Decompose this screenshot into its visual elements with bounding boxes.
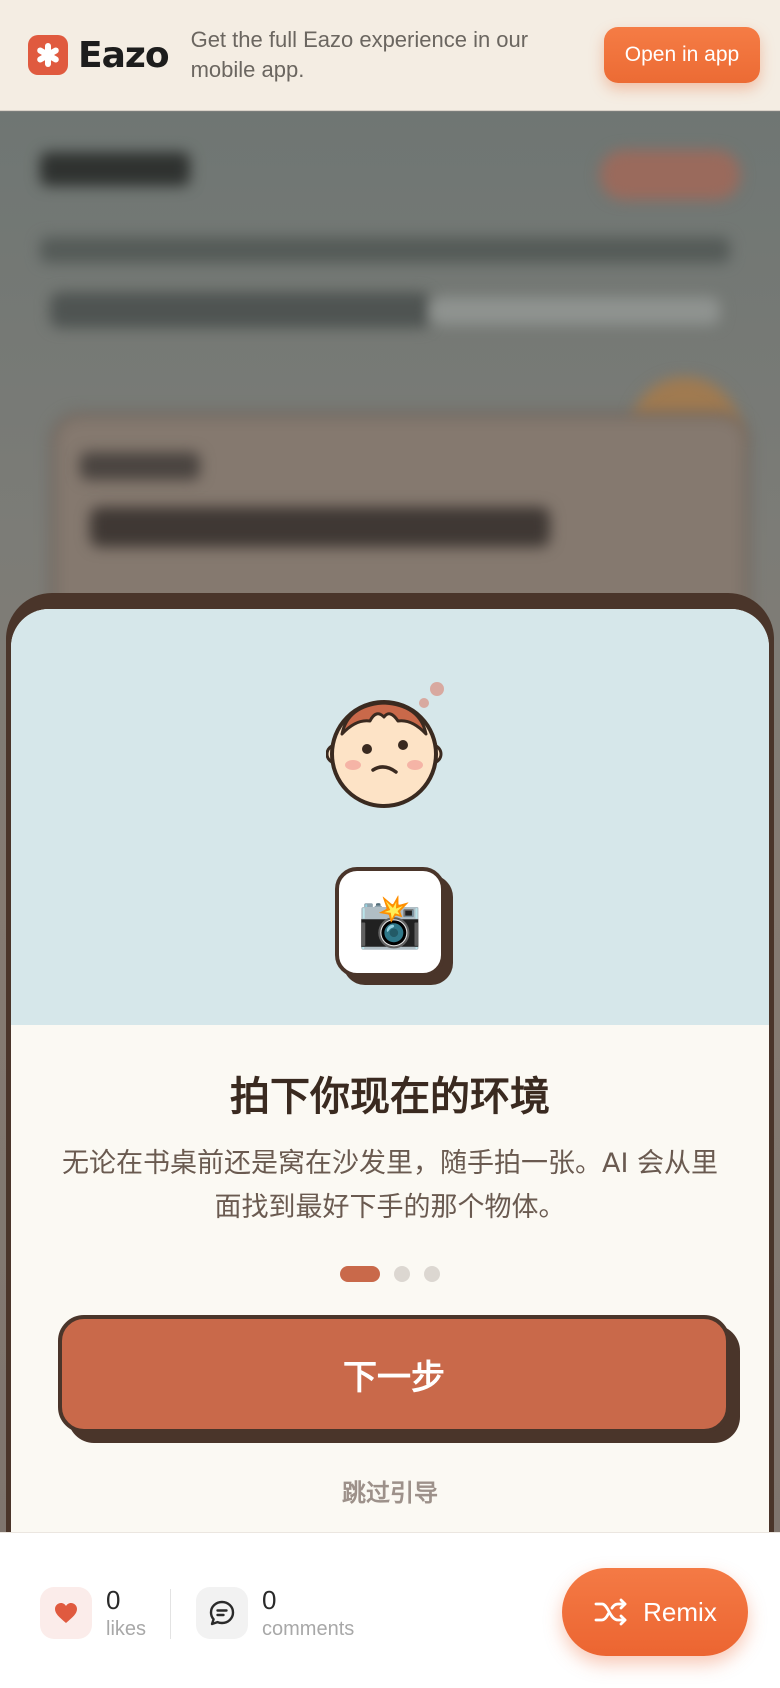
step-dot xyxy=(424,1266,440,1282)
eazo-logo-icon xyxy=(28,35,68,75)
next-step-button[interactable]: 下一步 xyxy=(58,1315,730,1433)
bg-blur-shape xyxy=(90,507,550,547)
heart-icon[interactable] xyxy=(40,1587,92,1639)
step-indicator xyxy=(11,1266,769,1282)
comments-label: comments xyxy=(262,1618,355,1640)
camera-emoji: 📸 xyxy=(357,892,423,952)
step-dot xyxy=(394,1266,410,1282)
onboarding-card: 📸 拍下你现在的环境 无论在书桌前还是窝在沙发里，随手拍一张。AI 会从里面找到… xyxy=(11,609,769,1609)
likes-count: 0 xyxy=(106,1585,121,1615)
comments-count: 0 xyxy=(262,1585,277,1615)
remix-button[interactable]: Remix xyxy=(562,1568,748,1656)
bg-blur-shape xyxy=(40,152,190,186)
bg-blur-shape xyxy=(40,237,730,263)
illustration-panel: 📸 xyxy=(11,609,769,1025)
next-button-wrap: 下一步 xyxy=(58,1315,742,1443)
likes-label: likes xyxy=(106,1618,147,1640)
app-banner: Eazo Get the full Eazo experience in our… xyxy=(0,0,780,111)
bg-blur-shape xyxy=(600,150,740,200)
comments-stat[interactable]: 0 comments xyxy=(196,1585,354,1641)
open-in-app-button[interactable]: Open in app xyxy=(604,27,760,83)
bg-blur-shape xyxy=(430,297,720,325)
bg-blur-shape xyxy=(80,452,200,480)
camera-icon: 📸 xyxy=(335,867,445,977)
camera-tile: 📸 xyxy=(335,867,453,985)
remix-label: Remix xyxy=(643,1596,717,1627)
onboarding-description: 无论在书桌前还是窝在沙发里，随手拍一张。AI 会从里面找到最好下手的那个物体。 xyxy=(61,1148,718,1223)
skip-onboarding-link[interactable]: 跳过引导 xyxy=(11,1473,769,1508)
bottom-action-bar: 0 likes 0 comments Remix xyxy=(0,1532,780,1688)
brand-name: Eazo xyxy=(78,34,170,76)
likes-stat[interactable]: 0 likes xyxy=(40,1585,146,1641)
comment-icon[interactable] xyxy=(196,1587,248,1639)
confused-face-icon xyxy=(326,682,444,808)
banner-message: Get the full Eazo experience in our mobi… xyxy=(190,27,529,82)
bg-blur-shape xyxy=(50,292,430,328)
shuffle-icon xyxy=(594,1598,627,1626)
step-dot-active xyxy=(340,1266,380,1282)
stat-divider xyxy=(170,1589,171,1639)
onboarding-title: 拍下你现在的环境 xyxy=(230,1074,550,1120)
